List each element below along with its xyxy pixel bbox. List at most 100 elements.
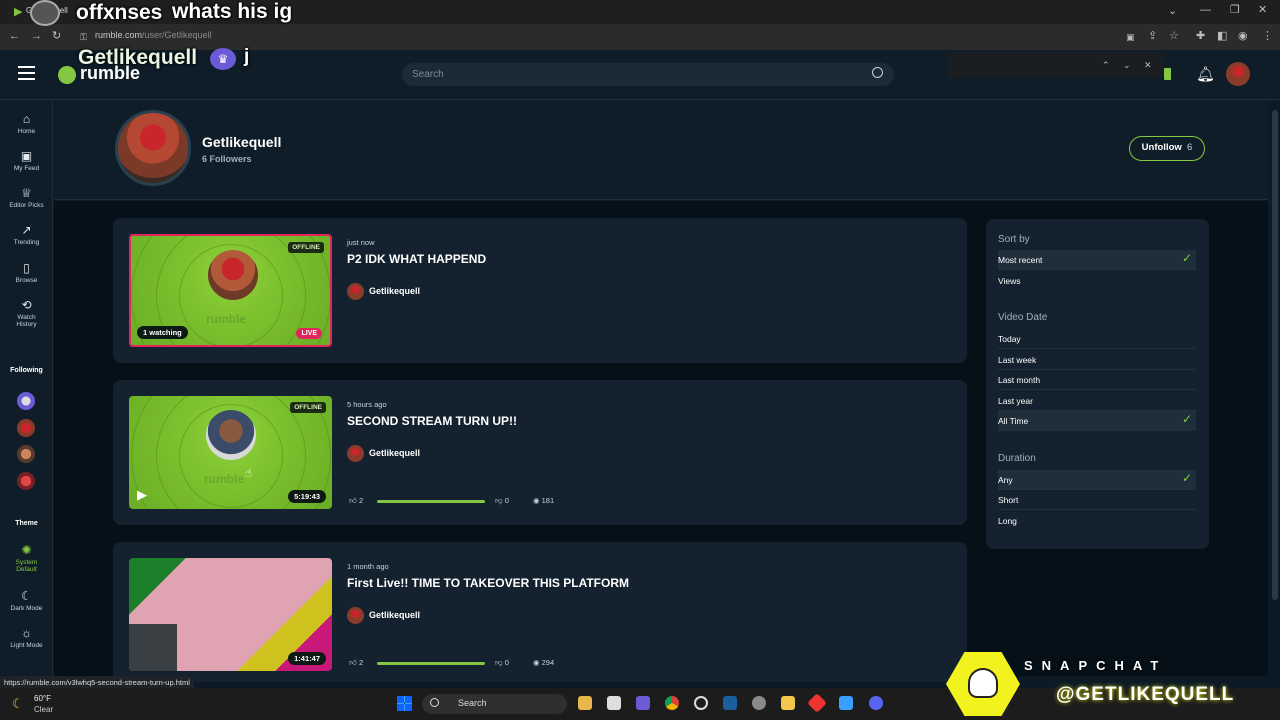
scrollbar-thumb[interactable] [1272,110,1278,600]
unfollow-button[interactable]: Unfollow 6 [1129,136,1205,161]
date-last-year[interactable]: Last year [998,391,1196,411]
menu-kebab-icon[interactable]: ⋮ [1262,30,1273,42]
thumbs-up-icon: 👍︎ [349,496,357,505]
find-prev-icon[interactable]: ⌃ [1102,59,1110,71]
like-ratio-bar [377,500,485,503]
dislike-count: 0 [504,496,509,505]
video-title[interactable]: First Live!! TIME TO TAKEOVER THIS PLATF… [347,576,629,590]
option-label: Last month [998,375,1041,385]
video-thumbnail[interactable]: OFFLINE rumble ▶ 5:19:43 ☝ [129,396,332,509]
video-thumbnail[interactable]: OFFLINE rumble 1 watching LIVE [129,234,332,347]
view-stat: ◉ 294 [533,658,554,667]
sidebar-item-label: Browse [15,277,38,284]
search-input[interactable]: Search [402,63,894,86]
video-title[interactable]: P2 IDK WHAT HAPPEND [347,252,486,266]
windows-start-icon[interactable] [397,696,412,711]
sidebar-item-editor-picks[interactable]: ♕ Editor Picks [0,186,53,209]
store-icon[interactable] [839,696,853,710]
taskbar-app-icon[interactable] [694,696,708,710]
dislike-stat[interactable]: 👎︎ 0 [495,496,509,506]
duration-any[interactable]: Any ✓ [998,470,1196,490]
sidebar-item-browse[interactable]: ▯ Browse [0,261,53,284]
taskbar-app-icon[interactable] [578,696,592,710]
profile-icon[interactable]: ◉ [1238,30,1248,42]
theme-label: Dark Mode [10,605,43,612]
video-channel[interactable]: Getlikequell [347,607,420,624]
sidebar-item-home[interactable]: ⌂ Home [0,112,53,135]
theme-light-mode[interactable]: ☼ Light Mode [0,626,53,649]
play-icon[interactable]: ▶ [137,487,147,503]
channel-avatar [115,110,191,186]
settings-icon[interactable] [752,696,766,710]
page-scrollbar[interactable] [1270,100,1280,676]
following-avatar[interactable] [17,445,35,463]
duration-long[interactable]: Long [998,511,1196,531]
dislike-stat[interactable]: 👎︎ 0 [495,658,509,668]
puzzle-icon[interactable]: ✚ [1196,30,1205,42]
chrome-icon[interactable] [665,696,679,710]
sidebar-item-label: Trending [13,239,40,246]
date-last-month[interactable]: Last month [998,370,1196,390]
video-thumbnail[interactable]: 1:41:47 [129,558,332,671]
sidebar-item-my-feed[interactable]: ▣ My Feed [0,149,53,172]
sort-by-heading: Sort by [998,234,1030,245]
following-avatar[interactable] [17,472,35,490]
like-stat[interactable]: 👍︎ 2 [349,496,363,506]
rumble-logo-icon[interactable] [58,66,76,84]
video-channel[interactable]: Getlikequell [347,283,420,300]
sidepanel-icon[interactable]: ◧ [1217,30,1227,42]
sidebar-item-label: My Feed [13,165,40,172]
minimize-icon[interactable]: — [1200,4,1211,16]
maximize-icon[interactable]: ❐ [1230,4,1240,16]
forward-icon[interactable]: → [31,30,42,42]
sidebar-item-trending[interactable]: ↗ Trending [0,223,53,246]
search-icon[interactable] [872,67,883,78]
date-last-week[interactable]: Last week [998,350,1196,370]
sort-most-recent[interactable]: Most recent ✓ [998,250,1196,270]
date-today[interactable]: Today [998,329,1196,349]
taskbar-app-icon[interactable] [636,696,650,710]
hamburger-menu-icon[interactable] [18,66,35,80]
back-icon[interactable]: ← [9,30,20,42]
extension-icon[interactable]: ▣ [1126,31,1135,43]
date-all-time[interactable]: All Time ✓ [998,411,1196,431]
user-avatar[interactable] [1226,62,1250,86]
steam-icon[interactable] [723,696,737,710]
weather-condition: Clear [34,705,54,714]
notification-bell-icon[interactable]: 🔔︎ [1196,65,1215,83]
like-stat[interactable]: 👍︎ 2 [349,658,363,668]
video-channel-name: Getlikequell [369,285,421,296]
overlay-text-question: whats his ig [172,0,293,23]
share-icon[interactable]: ⇪ [1148,30,1157,42]
site-info-icon[interactable]: ⚿ [80,31,87,43]
video-title[interactable]: SECOND STREAM TURN UP!! [347,414,517,428]
video-channel[interactable]: Getlikequell [347,445,420,462]
reload-icon[interactable]: ↻ [52,30,61,42]
sidebar-item-watch-history[interactable]: ⟲ Watch History [0,298,53,328]
sort-views[interactable]: Views [998,271,1196,291]
dislike-count: 0 [504,658,509,667]
theme-dark-mode[interactable]: ☾ Dark Mode [0,589,53,612]
upload-icon[interactable] [1164,68,1171,80]
url-field[interactable]: rumble.com/user/Getlikequell [95,30,212,40]
file-explorer-icon[interactable] [781,696,795,710]
discord-icon[interactable] [869,696,883,710]
video-age: 5 hours ago [347,400,387,409]
close-window-icon[interactable]: ✕ [1258,4,1267,16]
channel-mini-avatar [347,607,364,624]
tab-list-icon[interactable]: ⌄ [1168,5,1177,17]
following-avatar[interactable] [17,392,35,410]
bookmark-star-icon[interactable]: ☆ [1169,30,1179,42]
eye-icon: ◉ [533,496,540,505]
find-next-icon[interactable]: ⌄ [1123,59,1131,71]
duration-short[interactable]: Short [998,490,1196,510]
find-close-icon[interactable]: ✕ [1144,59,1152,71]
weather-icon: ☾ [12,696,24,711]
following-avatar[interactable] [17,419,35,437]
browse-icon: ▯ [23,261,30,275]
theme-system-default[interactable]: ✺ System Default [0,543,53,573]
sun-icon: ☼ [21,626,32,640]
unfollow-count: 6 [1187,142,1193,153]
taskbar-search[interactable]: Search [422,694,567,714]
taskbar-app-icon[interactable] [607,696,621,710]
